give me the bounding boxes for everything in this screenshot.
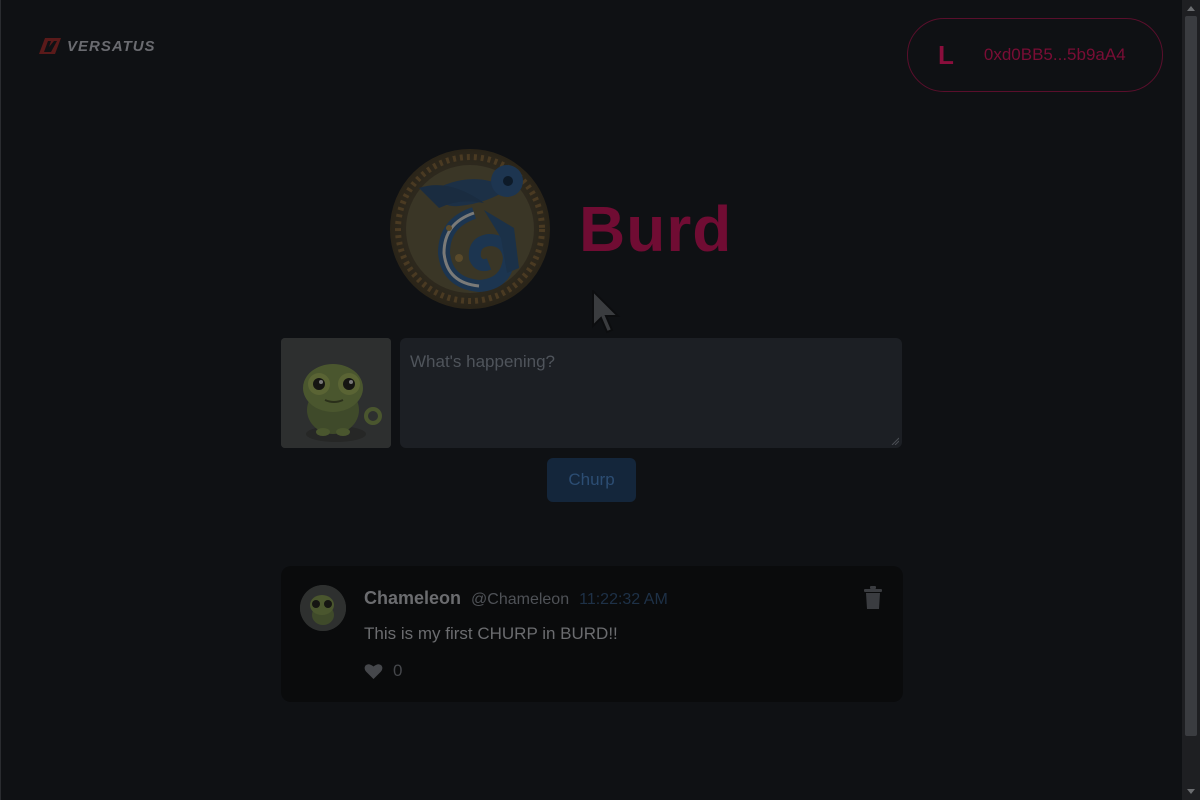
post-avatar[interactable] <box>300 585 346 631</box>
chameleon-emblem-icon <box>390 149 550 309</box>
logo-text: VERSATUS <box>67 37 156 55</box>
hero: Burd <box>389 148 732 310</box>
app-page: VERSATUS L 0xd0BB5...5b9aA4 Burd What's … <box>0 0 1182 800</box>
trash-icon[interactable] <box>863 586 883 610</box>
churp-button[interactable]: Churp <box>547 458 636 502</box>
post-timestamp: 11:22:32 AM <box>579 591 668 608</box>
post-author-name[interactable]: Chameleon <box>364 588 461 609</box>
versatus-logo-icon <box>39 38 61 54</box>
chameleon-avatar-icon <box>281 338 391 448</box>
scroll-down-icon[interactable] <box>1187 789 1195 794</box>
like-count: 0 <box>393 661 403 680</box>
wallet-connect-button[interactable]: L 0xd0BB5...5b9aA4 <box>907 18 1163 92</box>
post-actions: 0 <box>364 661 402 681</box>
composer-avatar <box>281 338 391 448</box>
mouse-pointer-icon <box>592 290 621 334</box>
page-scrollbar[interactable] <box>1182 0 1200 800</box>
post-author-handle[interactable]: @Chameleon <box>471 591 569 609</box>
post-card: Chameleon @Chameleon 11:22:32 AM This is… <box>281 566 903 702</box>
scrollbar-thumb[interactable] <box>1185 16 1197 736</box>
versatus-logo[interactable]: VERSATUS <box>37 36 156 56</box>
scroll-up-icon[interactable] <box>1187 6 1195 11</box>
heart-icon[interactable] <box>364 663 383 680</box>
app-title: Burd <box>579 193 733 265</box>
post-body: This is my first CHURP in BURD!! <box>364 624 618 643</box>
wallet-avatar-initial: L <box>938 39 954 70</box>
churp-text-input[interactable] <box>400 338 902 448</box>
chameleon-avatar-icon <box>300 585 346 631</box>
textarea-resize-grip-icon[interactable] <box>890 436 899 445</box>
wallet-address: 0xd0BB5...5b9aA4 <box>983 45 1126 64</box>
post-header: Chameleon @Chameleon 11:22:32 AM <box>364 588 668 609</box>
